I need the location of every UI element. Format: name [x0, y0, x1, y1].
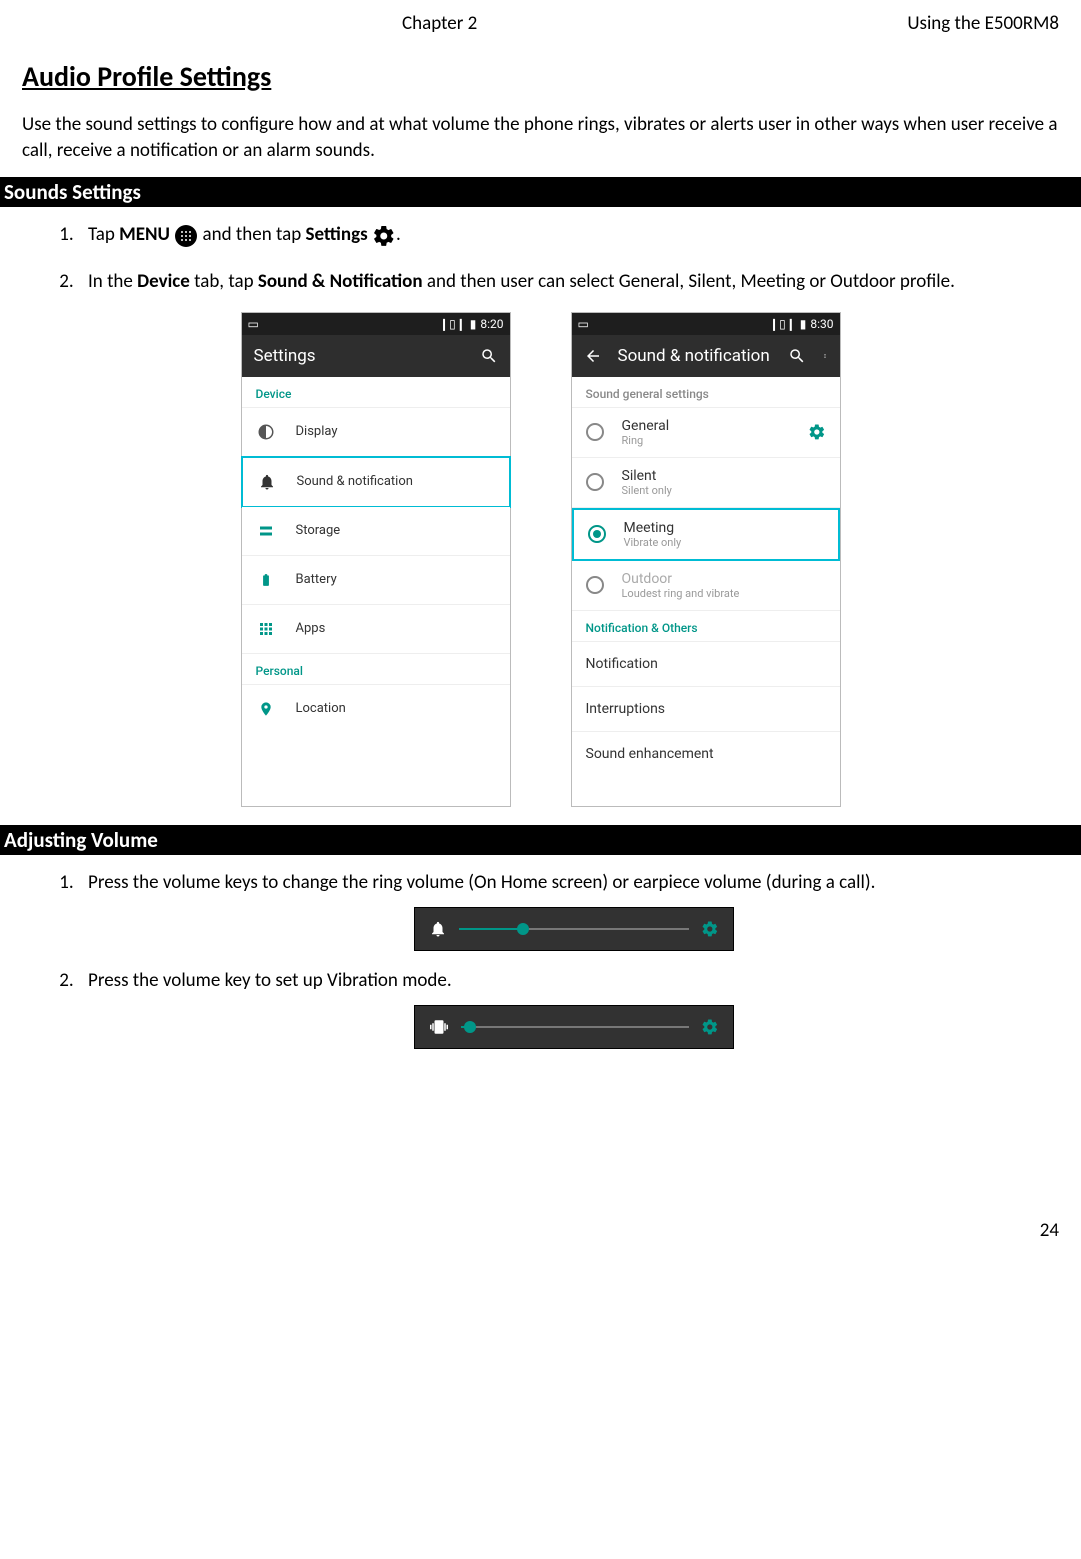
- volume-bar-ring[interactable]: [414, 907, 734, 951]
- slider-thumb[interactable]: [464, 1021, 476, 1033]
- slider-track[interactable]: [461, 1026, 689, 1028]
- screenshots-row: ▭ ❙▯❙ ▮ 8:20 Settings Device Display: [22, 312, 1059, 807]
- row-display[interactable]: Display: [242, 408, 510, 457]
- row-label: Sound & notification: [297, 474, 413, 489]
- back-rect-icon: ▭: [248, 317, 259, 331]
- section-device: Device: [242, 377, 510, 408]
- device-label: Using the E500RM8: [907, 12, 1059, 35]
- row-label: Battery: [296, 572, 337, 587]
- step-1-2: In the Device tab, tap Sound & Notificat…: [78, 266, 1059, 298]
- bell-icon: [257, 472, 277, 492]
- row-notification[interactable]: Notification: [572, 642, 840, 687]
- search-icon[interactable]: [788, 347, 806, 365]
- apps-icon: [256, 619, 276, 639]
- page-header: Chapter 2 Using the E500RM8: [22, 12, 1059, 35]
- page-title: Audio Profile Settings: [22, 59, 1059, 94]
- radio-icon: [586, 576, 604, 594]
- radio-icon: [586, 473, 604, 491]
- row-sound[interactable]: Sound & notification: [241, 456, 511, 508]
- gear-icon: [372, 224, 396, 248]
- location-icon: [256, 699, 276, 719]
- phone-sound: ▭ ❙▯❙ ▮ 8:30 Sound & notification: [571, 312, 841, 807]
- row-storage[interactable]: Storage: [242, 507, 510, 556]
- row-apps[interactable]: Apps: [242, 605, 510, 654]
- gear-icon[interactable]: [701, 1018, 719, 1036]
- step-2-2: Press the volume key to set up Vibration…: [78, 965, 1059, 1049]
- status-bar: ▭ ❙▯❙ ▮ 8:20: [242, 313, 510, 335]
- page-number: 24: [22, 1219, 1059, 1242]
- section-bar-adjusting: Adjusting Volume: [0, 825, 1081, 855]
- phone-settings: ▭ ❙▯❙ ▮ 8:20 Settings Device Display: [241, 312, 511, 807]
- profile-meeting[interactable]: Meeting Vibrate only: [572, 508, 840, 561]
- vibrate-icon: [429, 1018, 449, 1036]
- step-1-1: Tap MENU and then tap Settings .: [78, 219, 1059, 251]
- back-arrow-icon[interactable]: [584, 347, 602, 365]
- vibrate-icon: ❙▯❙: [439, 317, 466, 331]
- section-other: Notification & Others: [572, 611, 840, 642]
- menu-icon: [174, 224, 198, 248]
- clock: 8:20: [480, 317, 503, 331]
- radio-icon: [586, 423, 604, 441]
- row-label: Display: [296, 424, 338, 439]
- gear-icon[interactable]: [701, 920, 719, 938]
- settings-title: Settings: [254, 346, 316, 366]
- status-bar: ▭ ❙▯❙ ▮ 8:30: [572, 313, 840, 335]
- search-icon[interactable]: [480, 347, 498, 365]
- slider-track[interactable]: [459, 928, 689, 930]
- row-interruptions[interactable]: Interruptions: [572, 687, 840, 732]
- vibrate-icon: ❙▯❙: [769, 317, 796, 331]
- profile-silent[interactable]: Silent Silent only: [572, 458, 840, 508]
- display-icon: [256, 422, 276, 442]
- step-2-1: Press the volume keys to change the ring…: [78, 867, 1059, 951]
- chapter-label: Chapter 2: [402, 12, 477, 35]
- intro-paragraph: Use the sound settings to configure how …: [22, 112, 1059, 163]
- row-label: Location: [296, 701, 346, 716]
- sound-title: Sound & notification: [618, 346, 770, 366]
- profile-general[interactable]: General Ring: [572, 408, 840, 458]
- steps-list-1: Tap MENU and then tap Settings . In the …: [22, 219, 1059, 298]
- battery-icon: ▮: [470, 317, 477, 331]
- bell-icon: [429, 920, 447, 938]
- row-location[interactable]: Location: [242, 685, 510, 733]
- radio-icon: [588, 525, 606, 543]
- battery-icon: ▮: [800, 317, 807, 331]
- slider-thumb[interactable]: [517, 923, 529, 935]
- section-bar-sounds: Sounds Settings: [0, 177, 1081, 207]
- row-enhancement[interactable]: Sound enhancement: [572, 732, 840, 776]
- overflow-icon[interactable]: [822, 347, 828, 365]
- title-bar: Sound & notification: [572, 335, 840, 377]
- battery-icon: [256, 570, 276, 590]
- storage-icon: [256, 521, 276, 541]
- title-bar: Settings: [242, 335, 510, 377]
- gear-icon[interactable]: [808, 423, 826, 441]
- volume-bar-vibrate[interactable]: [414, 1005, 734, 1049]
- row-label: Apps: [296, 621, 326, 636]
- clock: 8:30: [810, 317, 833, 331]
- row-label: Storage: [296, 523, 341, 538]
- back-rect-icon: ▭: [578, 317, 589, 331]
- section-personal: Personal: [242, 654, 510, 685]
- steps-list-2: Press the volume keys to change the ring…: [22, 867, 1059, 1050]
- section-general: Sound general settings: [572, 377, 840, 408]
- row-battery[interactable]: Battery: [242, 556, 510, 605]
- profile-outdoor[interactable]: Outdoor Loudest ring and vibrate: [572, 561, 840, 611]
